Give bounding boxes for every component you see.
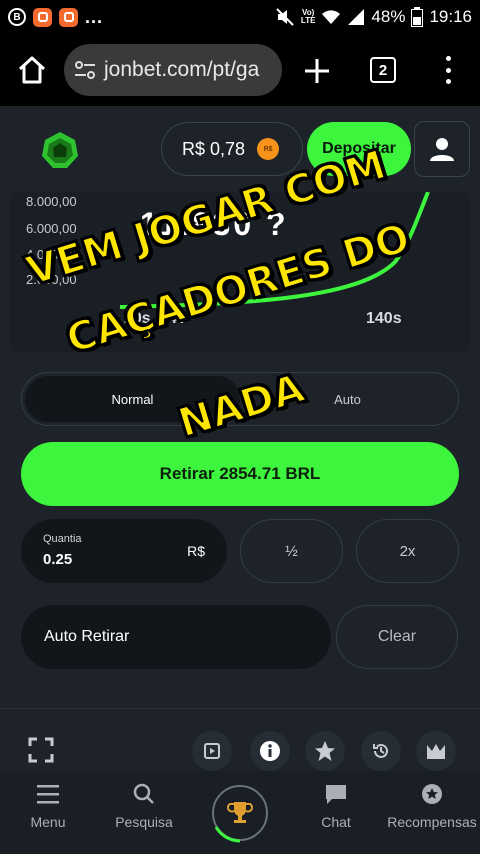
wifi-icon [322,10,341,24]
amount-value: 0.25 [43,551,73,568]
crash-game-graph: 8.000,00 6.000,00 4.000,00 2.000,00 11.8… [10,192,470,352]
star-icon [315,741,335,761]
cashout-button[interactable]: Retirar 2854.71 BRL [21,442,459,506]
replay-button[interactable] [192,731,232,771]
tab-normal[interactable]: Normal [25,376,240,422]
bet-amount-field[interactable]: Quantia 0.25 R$ [21,519,227,583]
rewards-icon [422,784,442,804]
history-button[interactable] [361,731,401,771]
clear-button[interactable]: Clear [336,605,458,669]
bet-mode-toggle: Normal Auto [21,372,459,426]
nav-search-label: Pesquisa [115,814,173,830]
browser-menu-icon[interactable] [436,54,460,86]
signal-icon [348,9,365,25]
nav-rewards[interactable]: Recompensas [382,783,480,830]
divider [0,708,480,709]
app-notification-icon [59,7,78,27]
favorite-button[interactable] [305,731,345,771]
tab-switcher-button[interactable]: 2 [370,57,396,83]
mute-icon [276,8,294,26]
x-axis-label: 20s [124,310,151,327]
balance-amount: R$ 0,78 [182,138,246,159]
site-settings-icon[interactable] [74,60,96,80]
current-multiplier: 11.830 ? [140,206,289,242]
nav-search[interactable]: Pesquisa [94,783,194,830]
double-amount-button[interactable]: 2x [356,519,459,583]
y-axis-label: 6.000,00 [26,221,77,236]
y-axis-label: 2.000,00 [26,272,77,287]
home-icon[interactable] [16,54,48,86]
nav-rewards-label: Recompensas [387,814,477,830]
url-text: jonbet.com/pt/ga [104,58,260,81]
status-bar: B ... Vo) LTE 48% 19:16 [0,0,480,34]
auto-cashout-field[interactable]: Auto Retirar [21,605,331,669]
browser-toolbar: jonbet.com/pt/ga 2 [0,34,480,106]
notification-badge-icon: B [8,8,26,26]
half-amount-button[interactable]: ½ [240,519,343,583]
battery-percent: 48% [371,7,406,26]
deposit-button[interactable]: Depositar [307,122,411,176]
profile-button[interactable] [414,121,470,177]
menu-icon [37,785,59,804]
balance-display[interactable]: R$ 0,78 R$ [161,122,303,176]
site-header: R$ 0,78 R$ Depositar [0,106,480,192]
app-notification-icon [33,7,52,27]
tab-auto[interactable]: Auto [240,376,455,422]
amount-currency: R$ [187,543,205,559]
site-logo[interactable] [40,130,80,170]
chat-icon [326,785,346,804]
more-notifications: ... [85,6,104,27]
lte-label: LTE [300,16,316,25]
info-icon [260,741,280,761]
search-icon [133,783,154,804]
info-button[interactable] [250,731,290,771]
replay-icon [204,743,220,759]
stats-button[interactable] [416,731,456,771]
user-icon [430,138,454,161]
tournament-progress-ring [214,826,241,843]
history-icon [373,743,388,758]
y-axis-label: 8.000,00 [26,194,77,209]
x-axis-label: 40 [168,310,186,327]
fullscreen-icon[interactable] [28,737,54,763]
amount-label: Quantia [43,533,82,545]
volte-indicator: Vo) LTE [301,9,316,25]
chart-icon [427,744,445,759]
x-axis-label: 140s [366,310,402,327]
new-tab-icon[interactable] [300,54,334,88]
nav-menu-label: Menu [30,814,66,830]
bottom-navigation: Menu Pesquisa Chat Recompensas [0,771,480,854]
clock: 19:16 [429,7,472,26]
nav-chat[interactable]: Chat [286,783,386,830]
url-bar[interactable]: jonbet.com/pt/ga [64,44,282,96]
nav-menu[interactable]: Menu [0,783,98,830]
battery-icon [411,7,424,27]
nav-chat-label: Chat [321,814,351,830]
brl-coin-icon: R$ [257,138,280,160]
y-axis-label: 4.000,00 [26,247,77,262]
